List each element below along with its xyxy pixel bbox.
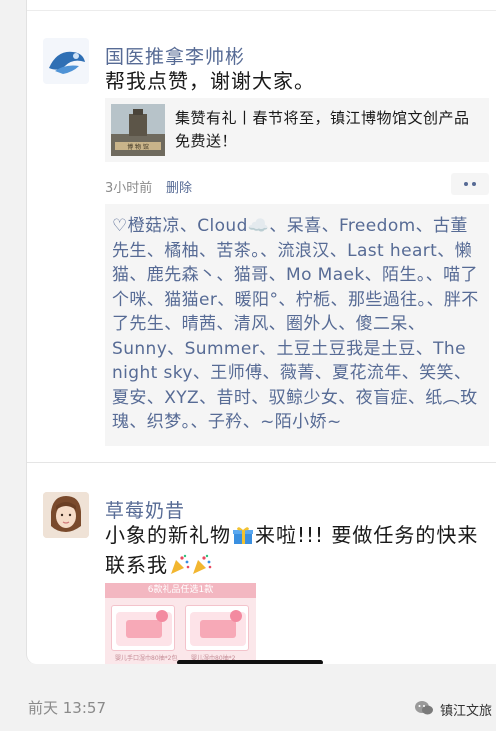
wipes-pack-icon <box>190 610 246 646</box>
gift-icon <box>233 527 253 544</box>
avatar-image-icon <box>43 38 89 84</box>
delete-link[interactable]: 删除 <box>166 177 192 196</box>
author-name[interactable]: 草莓奶昔 <box>105 496 185 523</box>
post-text: 小象的新礼物 来啦!!! 要做任务的快来联系我 <box>105 520 490 580</box>
wipes-pack-icon <box>116 610 172 646</box>
share-title: 集赞有礼丨春节将至，镇江博物馆文创产品免费送！ <box>175 109 470 150</box>
post-time: 3小时前 <box>105 181 153 196</box>
screenshot-frame: 国医推拿李帅彬 帮我点赞，谢谢大家。 博 物 馆 集赞有礼丨春节将至，镇江博物馆… <box>0 0 496 731</box>
more-dots-icon[interactable] <box>451 173 489 195</box>
product-image[interactable]: 6款礼品任选1款 婴儿手口湿巾80抽*2包 婴儿湿巾80抽*2 <box>105 583 256 664</box>
home-indicator[interactable] <box>177 660 323 664</box>
dot <box>464 182 468 186</box>
dot <box>472 182 476 186</box>
wechat-brand-icon <box>415 701 433 715</box>
post-text: 帮我点赞，谢谢大家。 <box>105 69 315 93</box>
product-pack <box>111 605 175 651</box>
avatar[interactable] <box>43 38 89 84</box>
party-popper-icon <box>193 554 212 574</box>
product-caption: 婴儿手口湿巾80抽*2包 <box>115 655 178 662</box>
author-name[interactable]: 国医推拿李帅彬 <box>105 42 245 69</box>
share-card[interactable]: 博 物 馆 集赞有礼丨春节将至，镇江博物馆文创产品免费送！ <box>105 98 489 162</box>
avatar[interactable] <box>43 492 89 538</box>
post-text-part1: 小象的新礼物 <box>105 523 231 547</box>
top-divider <box>27 10 496 11</box>
party-popper-icon <box>171 554 190 574</box>
product-pack <box>185 605 249 651</box>
likes-list: ♡橙菇凉、Cloud☁️、呆喜、Freedom、古董先生、橘柚、苦茶。、流浪汉、… <box>105 204 489 446</box>
avatar-image-icon <box>43 492 89 538</box>
footer-time: 前天 13:57 <box>28 699 106 717</box>
share-thumb-text: 博 物 馆 <box>127 143 149 151</box>
footer-brand: 镇江文旅 <box>440 704 493 719</box>
moments-card: 国医推拿李帅彬 帮我点赞，谢谢大家。 博 物 馆 集赞有礼丨春节将至，镇江博物馆… <box>26 0 496 664</box>
share-thumbnail: 博 物 馆 <box>111 104 165 156</box>
museum-thumbnail-icon: 博 物 馆 <box>111 104 165 156</box>
product-banner: 6款礼品任选1款 <box>105 583 256 598</box>
post-divider <box>27 462 496 463</box>
